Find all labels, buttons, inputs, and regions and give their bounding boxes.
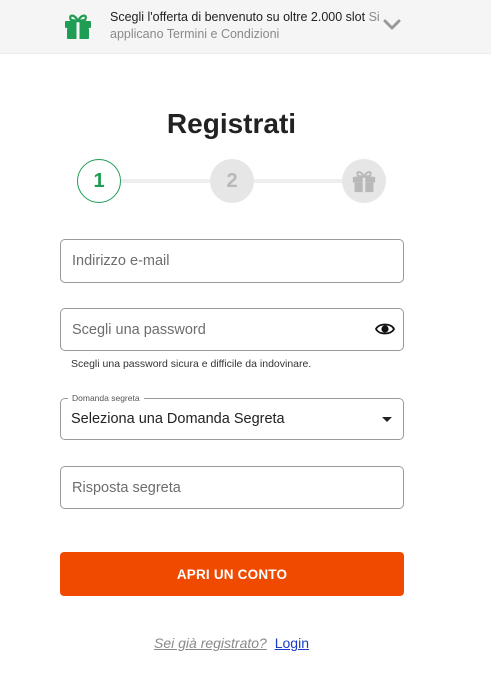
gift-icon — [65, 14, 91, 39]
login-link[interactable]: Login — [275, 635, 309, 651]
step-1-label: 1 — [93, 169, 105, 192]
gift-icon — [352, 171, 376, 193]
already-registered-text: Sei già registrato? — [154, 635, 267, 651]
promo-banner[interactable]: Scegli l'offerta di benvenuto su oltre 2… — [0, 0, 491, 54]
step-1-indicator: 1 — [77, 159, 121, 203]
password-hint: Scegli una password sicura e difficile d… — [71, 358, 312, 370]
secret-question-value: Seleziona una Domanda Segreta — [71, 411, 285, 427]
login-prompt: Sei già registrato? Login — [0, 635, 463, 651]
caret-down-icon — [382, 417, 392, 422]
secret-answer-field[interactable]: Risposta segreta — [60, 466, 404, 509]
email-field[interactable]: Indirizzo e-mail — [60, 239, 404, 283]
password-field[interactable]: Scegli una password — [60, 308, 404, 351]
page-title: Registrati — [166, 108, 297, 139]
password-placeholder: Scegli una password — [72, 322, 206, 338]
promo-text: Scegli l'offerta di benvenuto su oltre 2… — [110, 9, 380, 43]
eye-icon[interactable] — [375, 319, 395, 339]
step-3-indicator — [342, 159, 386, 203]
email-placeholder: Indirizzo e-mail — [72, 253, 170, 269]
open-account-button[interactable]: APRI UN CONTO — [60, 552, 404, 596]
secret-answer-placeholder: Risposta segreta — [72, 480, 181, 496]
step-2-label: 2 — [226, 169, 238, 192]
promo-main-text: Scegli l'offerta di benvenuto su oltre 2… — [110, 10, 366, 24]
step-2-indicator: 2 — [210, 159, 254, 203]
chevron-down-icon[interactable] — [382, 17, 402, 33]
secret-question-select[interactable]: Domanda segreta Seleziona una Domanda Se… — [60, 392, 404, 440]
